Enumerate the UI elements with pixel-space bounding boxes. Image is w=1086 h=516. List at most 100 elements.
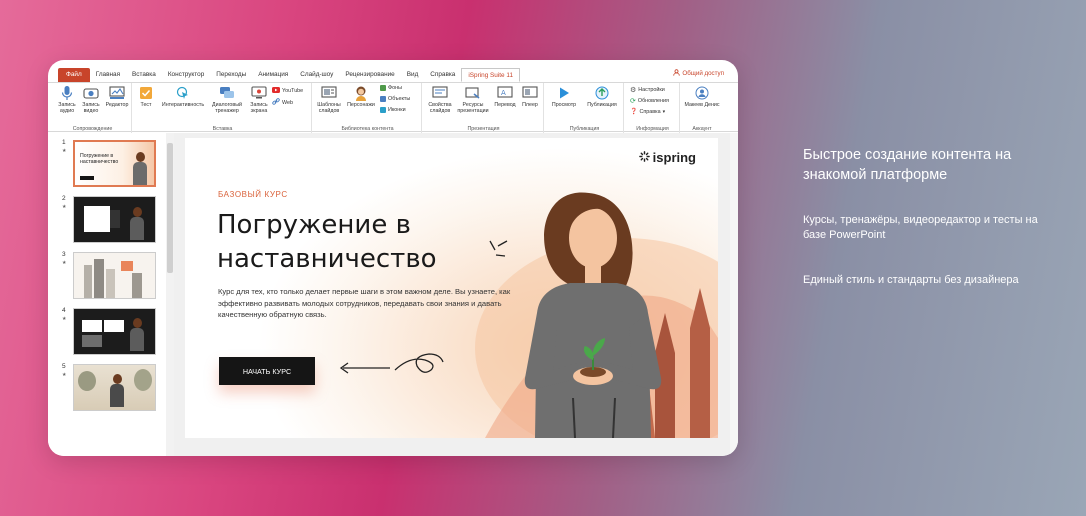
quiz-button[interactable]: Тест [136,85,156,108]
interactivity-button[interactable]: Интерактивность [156,85,210,108]
character [524,192,662,438]
record-video-label: Запись видео [82,102,100,115]
tab-design[interactable]: Конструктор [162,68,210,82]
thumbnail-card [82,335,102,347]
thumbnail-card [121,261,133,271]
characters-label: Персонажи [347,102,375,108]
icons-label: Иконки [388,107,406,113]
editor-button[interactable]: Редактор [104,85,130,108]
screen-record-label: Запись экрана [250,102,268,115]
star-icon: ★ [62,204,67,210]
slide-templates-label: Шаблоны слайдов [317,102,341,115]
resources-icon [465,85,481,101]
camera-icon [83,85,99,101]
thumbnail-building [94,259,104,298]
screen-record-button[interactable]: Запись экрана [246,85,272,115]
group-account: Макеев Денис Аккаунт [682,83,722,133]
icons-icon [380,107,386,113]
tab-ispring[interactable]: iSpring Suite 11 [461,68,521,82]
thumbnail-character [130,207,144,240]
account-button[interactable]: Макеев Денис [684,85,720,108]
thumbnail-building [106,269,115,298]
star-icon: ★ [62,260,67,266]
person-icon [673,69,681,78]
updates-button[interactable]: ⟳ Обновления [630,97,669,105]
tab-help[interactable]: Справка [424,68,461,82]
group-info-label: Информация [636,126,669,132]
slide-thumbnail[interactable] [73,252,156,299]
youtube-button[interactable]: YouTube [272,87,303,95]
objects-button[interactable]: Объекты [380,96,410,102]
current-slide[interactable]: ispring БАЗОВЫЙ КУРС Погружение в настав… [185,138,718,438]
tab-slideshow[interactable]: Слайд-шоу [294,68,339,82]
translate-label: Перевод [494,102,516,108]
tab-home[interactable]: Главная [90,68,126,82]
slide-properties-button[interactable]: Свойства слайдов [426,85,454,115]
star-icon: ★ [62,316,67,322]
screen-record-icon [251,85,267,101]
tab-file[interactable]: Файл [58,68,90,82]
tab-animation[interactable]: Анимация [252,68,294,82]
powerpoint-window: Файл Главная Вставка Конструктор Переход… [48,60,738,456]
icons-button[interactable]: Иконки [380,107,406,113]
slide-templates-button[interactable]: Шаблоны слайдов [314,85,344,115]
help-button[interactable]: ❓ Справка ▾ [630,108,666,116]
ispring-mark-icon [638,150,650,165]
dialog-icon [219,85,235,101]
player-icon [522,85,538,101]
promo-paragraph-2: Единый стиль и стандарты без дизайнера [803,274,1019,286]
ribbon: Запись аудио Запись видео Редактор Сопро… [48,82,738,133]
backgrounds-button[interactable]: Фоны [380,85,402,91]
thumbnail-title: Погружение в наставничество [80,153,119,165]
avatar-icon [694,85,710,101]
record-audio-button[interactable]: Запись аудио [56,85,78,115]
thumbnail-character [110,374,124,407]
tab-transitions[interactable]: Переходы [210,68,252,82]
web-button[interactable]: Web [272,98,293,107]
thumbnails-scrollbar[interactable] [166,133,174,456]
dialog-sim-button[interactable]: Диалоговый тренажер [208,85,246,115]
promo-paragraph-1: Курсы, тренажёры, видеоредактор и тесты … [803,214,1038,241]
thumbnail-number: 1 [62,139,66,146]
settings-button[interactable]: ⚙ Настройки [630,86,665,94]
thumbnail-character [130,318,144,351]
slide-thumbnail[interactable] [73,364,156,411]
link-icon [272,98,280,107]
slide-thumbnail[interactable] [73,308,156,355]
tab-review[interactable]: Рецензирование [339,68,400,82]
tab-insert[interactable]: Вставка [126,68,162,82]
course-kicker: БАЗОВЫЙ КУРС [218,190,288,199]
tab-view[interactable]: Вид [401,68,425,82]
thumbnail-card [82,320,102,332]
thumbnail-tree [78,371,96,391]
characters-button[interactable]: Персонажи [344,85,378,108]
gear-icon: ⚙ [630,87,637,94]
slide-thumbnail[interactable]: Погружение в наставничество [73,140,156,187]
web-label: Web [282,99,293,106]
resources-button[interactable]: Ресурсы презентации [454,85,492,115]
canvas-scrollbar[interactable] [730,133,738,456]
scrollbar-thumb[interactable] [167,143,173,273]
group-insert-label: Вставка [212,126,233,132]
player-button[interactable]: Плеер [518,85,542,108]
group-record-label: Сопровождение [72,126,113,132]
chevron-down-icon: ▾ [662,108,666,115]
record-video-button[interactable]: Запись видео [80,85,102,115]
star-icon: ★ [62,148,67,154]
translate-button[interactable]: A Перевод [492,85,518,108]
publish-button[interactable]: Публикация [582,85,622,108]
thumbnail-row: 3 ★ [58,251,168,299]
start-course-button[interactable]: НАЧАТЬ КУРС [219,357,315,385]
preview-button[interactable]: Просмотр [548,85,580,108]
slide-thumbnail[interactable] [73,196,156,243]
record-audio-label: Запись аудио [58,102,76,115]
publish-label: Публикация [587,102,617,108]
group-publish: Просмотр Публикация Публикация [546,83,624,133]
objects-icon [380,96,386,102]
play-icon [556,85,572,101]
group-library-label: Библиотека контента [341,126,394,132]
thumbnail-row: 4 ★ [58,307,168,355]
settings-label: Настройки [638,87,665,93]
share-button[interactable]: Общий доступ [673,69,724,78]
interactivity-icon [175,85,191,101]
